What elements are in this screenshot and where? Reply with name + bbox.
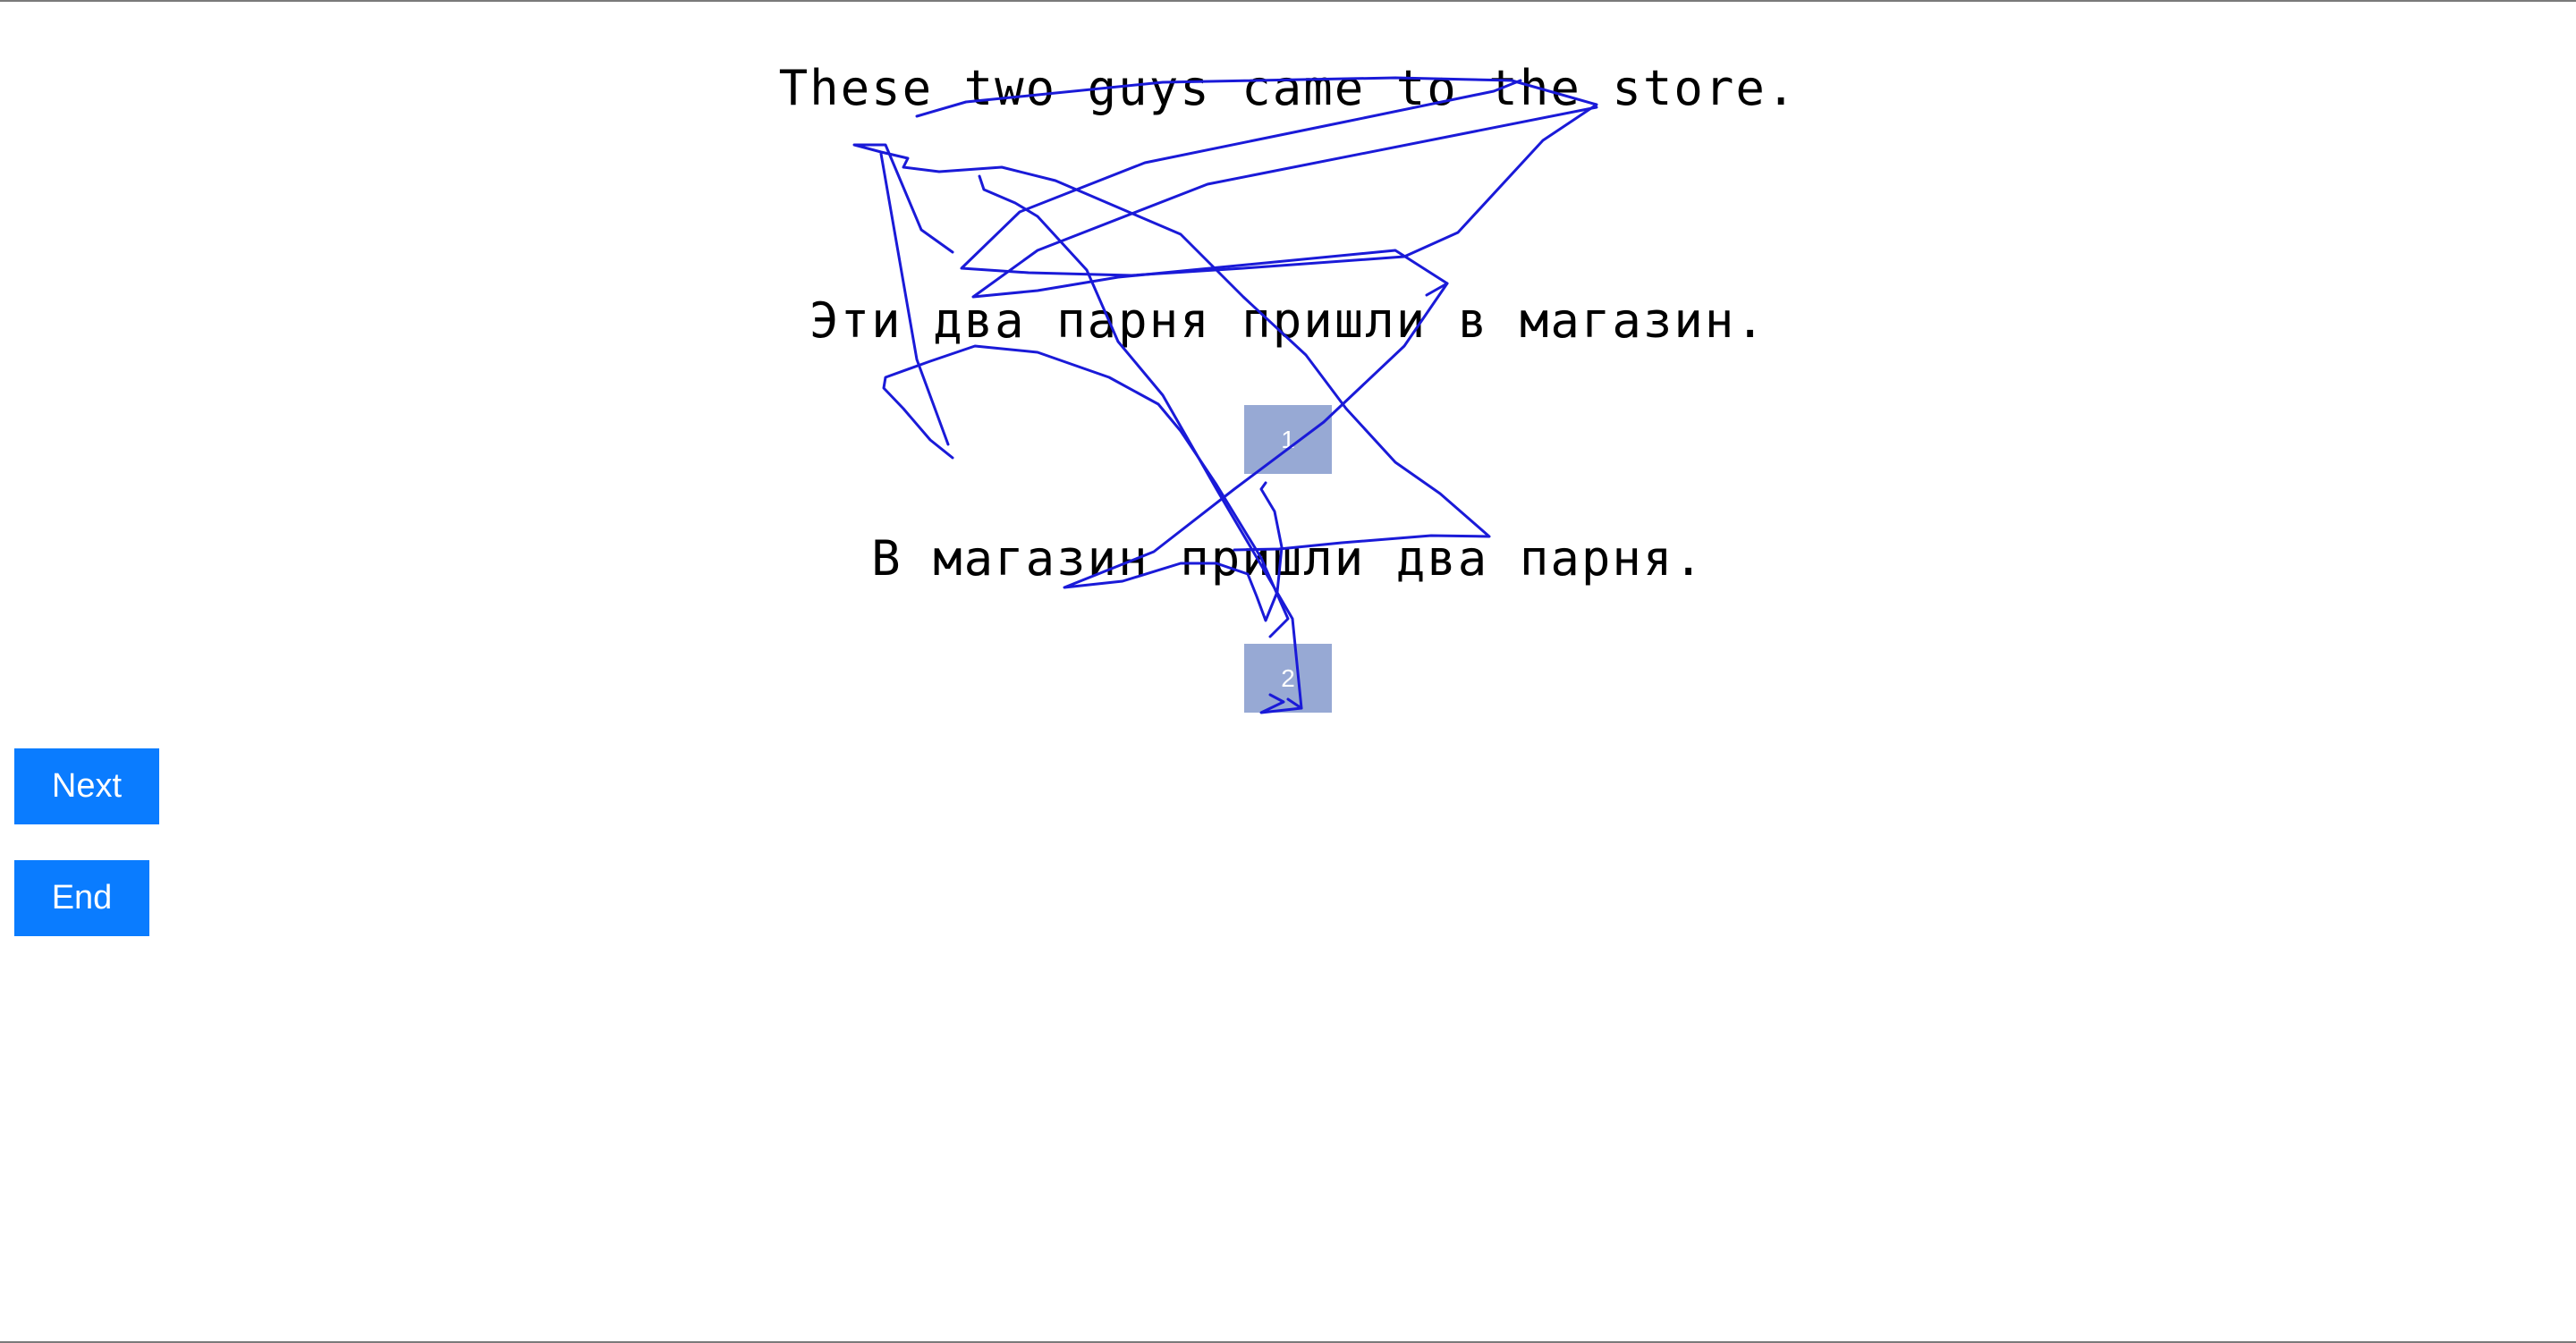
translation-sentence-2: В магазин пришли два парня. [871, 530, 1705, 587]
page-frame: These two guys came to the store. Эти дв… [0, 0, 2576, 1343]
source-sentence: These two guys came to the store. [778, 60, 1798, 116]
option-2-button[interactable]: 2 [1244, 644, 1332, 713]
option-1-button[interactable]: 1 [1244, 405, 1332, 474]
next-button[interactable]: Next [14, 748, 159, 824]
scribble-stroke [971, 106, 1598, 299]
translation-sentence-1: Эти два парня пришли в магазин. [809, 292, 1767, 349]
end-button[interactable]: End [14, 860, 149, 936]
scribble-stroke [882, 344, 1290, 638]
